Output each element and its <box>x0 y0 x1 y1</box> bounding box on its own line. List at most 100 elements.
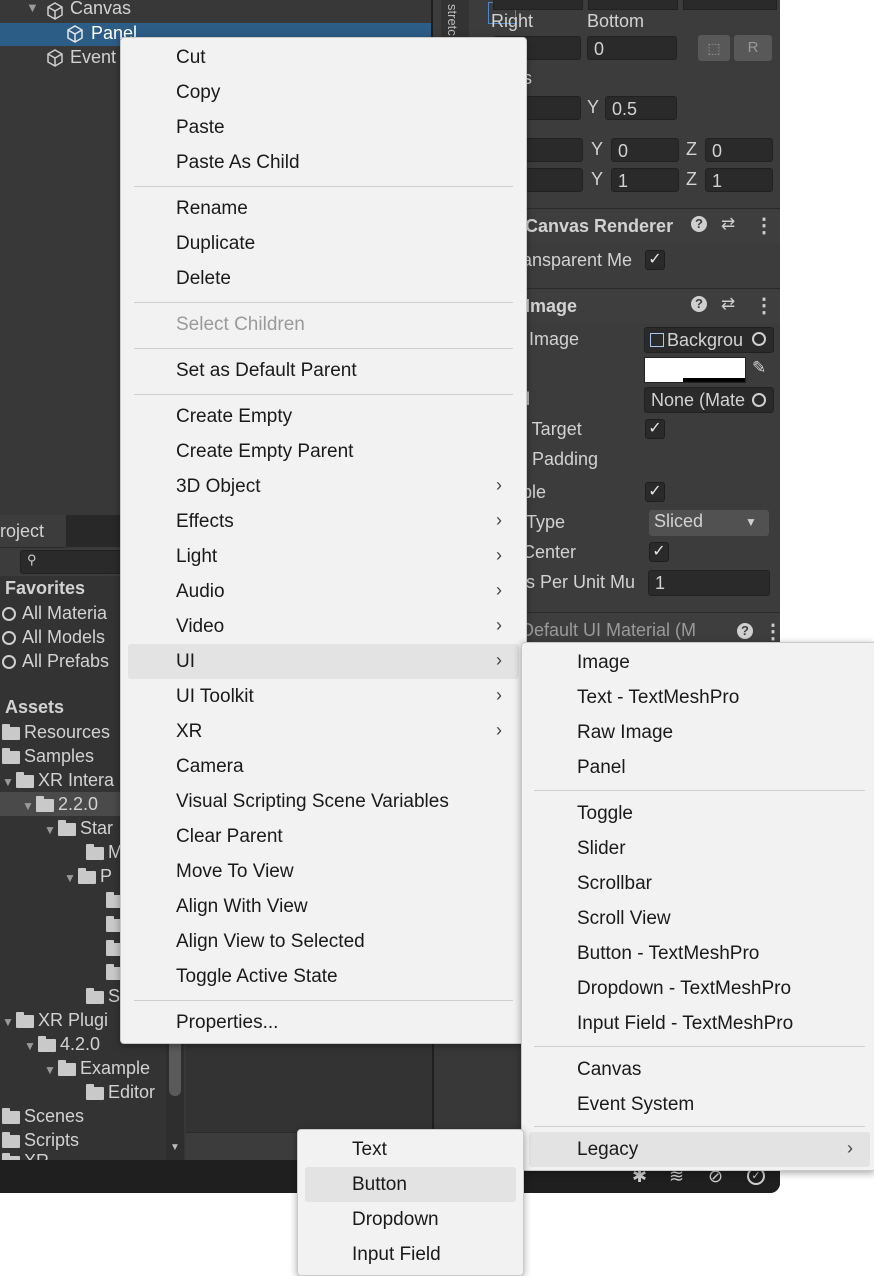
submenu-item-text-textmeshpro[interactable]: Text - TextMeshPro <box>522 680 874 715</box>
menu-item-ui-toolkit[interactable]: UI Toolkit › <box>121 679 526 714</box>
help-icon[interactable]: ? <box>691 216 707 232</box>
legacy-item-text[interactable]: Text <box>298 1132 523 1167</box>
fill-center-checkbox[interactable]: ✓ <box>649 542 669 562</box>
expand-arrow-icon[interactable]: ▼ <box>2 1010 16 1034</box>
pivot-y-label: Y <box>587 97 600 117</box>
submenu-item-event-system[interactable]: Event System <box>522 1087 874 1122</box>
color-swatch[interactable] <box>644 357 746 383</box>
field-right-top[interactable] <box>588 0 678 10</box>
submenu-item-input-field-textmeshpro[interactable]: Input Field - TextMeshPro <box>522 1006 874 1041</box>
menu-item-paste-as-child[interactable]: Paste As Child <box>121 145 526 180</box>
help-icon[interactable]: ? <box>737 623 753 639</box>
field-left-top[interactable] <box>493 0 583 10</box>
submenu-item-canvas[interactable]: Canvas <box>522 1052 874 1087</box>
menu-item-copy[interactable]: Copy <box>121 75 526 110</box>
legacy-item-button[interactable]: Button <box>305 1167 516 1202</box>
folder-row[interactable]: M <box>86 840 123 864</box>
expand-arrow-icon[interactable]: ▼ <box>24 1034 38 1058</box>
menu-item-paste[interactable]: Paste <box>121 110 526 145</box>
blueprint-mode-button[interactable]: ⬚ <box>698 35 730 61</box>
menu-item-align-with-view[interactable]: Align With View <box>121 889 526 924</box>
folder-row[interactable]: Resources <box>2 720 110 744</box>
object-picker-icon[interactable] <box>752 332 766 346</box>
ppu-multiplier-field[interactable]: 1 <box>648 570 770 596</box>
kebab-menu-icon[interactable]: ⋮ <box>754 293 774 318</box>
menu-item-audio[interactable]: Audio › <box>121 574 526 609</box>
expand-arrow-icon[interactable]: ▼ <box>64 866 78 890</box>
expand-arrow-icon[interactable]: ▼ <box>44 1058 58 1082</box>
menu-item-effects[interactable]: Effects › <box>121 504 526 539</box>
folder-row[interactable]: Editor <box>86 1080 155 1104</box>
menu-item-properties[interactable]: Properties... <box>121 1005 526 1040</box>
menu-item-camera[interactable]: Camera <box>121 749 526 784</box>
submenu-item-image[interactable]: Image <box>522 645 874 680</box>
folder-row[interactable]: ▼ 4.2.0 <box>24 1032 100 1056</box>
submenu-item-toggle[interactable]: Toggle <box>522 796 874 831</box>
legacy-item-dropdown[interactable]: Dropdown <box>298 1202 523 1237</box>
submenu-item-raw-image[interactable]: Raw Image <box>522 715 874 750</box>
scale-y-field[interactable]: 1 <box>611 168 679 192</box>
kebab-menu-icon[interactable]: ⋮ <box>763 619 780 644</box>
project-tab[interactable]: roject <box>0 515 66 548</box>
favorite-item[interactable]: All Models <box>0 625 105 649</box>
menu-item-visual-scripting-scene-variables[interactable]: Visual Scripting Scene Variables <box>121 784 526 819</box>
favorite-item[interactable]: All Prefabs <box>0 649 109 673</box>
folder-row[interactable]: ▼ P <box>64 864 112 888</box>
menu-item-3d-object[interactable]: 3D Object › <box>121 469 526 504</box>
menu-item-toggle-active-state[interactable]: Toggle Active State <box>121 959 526 994</box>
rotation-y-field[interactable]: 0 <box>611 138 679 162</box>
folder-row[interactable]: ▼ Example <box>44 1056 150 1080</box>
scroll-down-arrow-icon[interactable]: ▼ <box>170 1142 180 1153</box>
menu-item-video[interactable]: Video › <box>121 609 526 644</box>
presets-icon[interactable]: ⇄ <box>721 214 735 234</box>
submenu-item-scroll-view[interactable]: Scroll View <box>522 901 874 936</box>
menu-item-delete[interactable]: Delete <box>121 261 526 296</box>
menu-item-cut[interactable]: Cut <box>121 40 526 75</box>
expand-arrow-icon[interactable]: ▼ <box>22 794 36 818</box>
submenu-item-scrollbar[interactable]: Scrollbar <box>522 866 874 901</box>
menu-item-clear-parent[interactable]: Clear Parent <box>121 819 526 854</box>
submenu-item-dropdown-textmeshpro[interactable]: Dropdown - TextMeshPro <box>522 971 874 1006</box>
menu-item-rename[interactable]: Rename <box>121 191 526 226</box>
scale-z-field[interactable]: 1 <box>705 168 773 192</box>
submenu-item-slider[interactable]: Slider <box>522 831 874 866</box>
pivot-y-field[interactable]: 0.5 <box>605 96 677 120</box>
folder-row[interactable]: Samples <box>2 744 94 768</box>
folder-row[interactable]: S <box>86 984 120 1008</box>
folder-row[interactable]: ▼ XR Intera <box>2 768 114 792</box>
folder-row[interactable]: ▼ Star <box>44 816 113 840</box>
kebab-menu-icon[interactable]: ⋮ <box>754 213 774 238</box>
menu-item-ui[interactable]: UI › <box>128 644 519 679</box>
menu-item-light[interactable]: Light › <box>121 539 526 574</box>
maskable-checkbox[interactable]: ✓ <box>645 482 665 502</box>
field-extra-top[interactable] <box>683 0 777 10</box>
raycast-target-checkbox[interactable]: ✓ <box>645 419 665 439</box>
bottom-field[interactable]: 0 <box>587 36 677 60</box>
raw-edit-button[interactable]: R <box>734 35 772 61</box>
menu-item-align-view-to-selected[interactable]: Align View to Selected <box>121 924 526 959</box>
menu-item-move-to-view[interactable]: Move To View <box>121 854 526 889</box>
menu-item-duplicate[interactable]: Duplicate <box>121 226 526 261</box>
menu-item-create-empty-parent[interactable]: Create Empty Parent <box>121 434 526 469</box>
expand-arrow-icon[interactable]: ▼ <box>26 0 39 15</box>
object-picker-icon[interactable] <box>752 393 766 407</box>
favorite-item[interactable]: All Materia <box>0 601 107 625</box>
submenu-item-panel[interactable]: Panel <box>522 750 874 785</box>
eyedropper-icon[interactable]: ✎ <box>752 358 766 378</box>
menu-item-xr[interactable]: XR › <box>121 714 526 749</box>
cull-transparent-checkbox[interactable]: ✓ <box>645 250 665 270</box>
folder-row[interactable]: ▼ XR Plugi <box>2 1008 108 1032</box>
expand-arrow-icon[interactable]: ▼ <box>2 770 16 794</box>
submenu-item-legacy[interactable]: Legacy › <box>529 1132 870 1167</box>
expand-arrow-icon[interactable]: ▼ <box>44 818 58 842</box>
folder-row[interactable]: XR <box>2 1149 49 1160</box>
help-icon[interactable]: ? <box>691 296 707 312</box>
menu-item-set-default-parent[interactable]: Set as Default Parent <box>121 353 526 388</box>
menu-item-create-empty[interactable]: Create Empty <box>121 399 526 434</box>
presets-icon[interactable]: ⇄ <box>721 294 735 314</box>
image-type-dropdown[interactable]: Sliced ▼ <box>649 510 769 536</box>
rotation-z-field[interactable]: 0 <box>705 138 773 162</box>
submenu-item-button-textmeshpro[interactable]: Button - TextMeshPro <box>522 936 874 971</box>
folder-row[interactable]: Scenes <box>2 1104 84 1128</box>
hierarchy-row-canvas[interactable]: ▼ Canvas <box>0 0 432 22</box>
